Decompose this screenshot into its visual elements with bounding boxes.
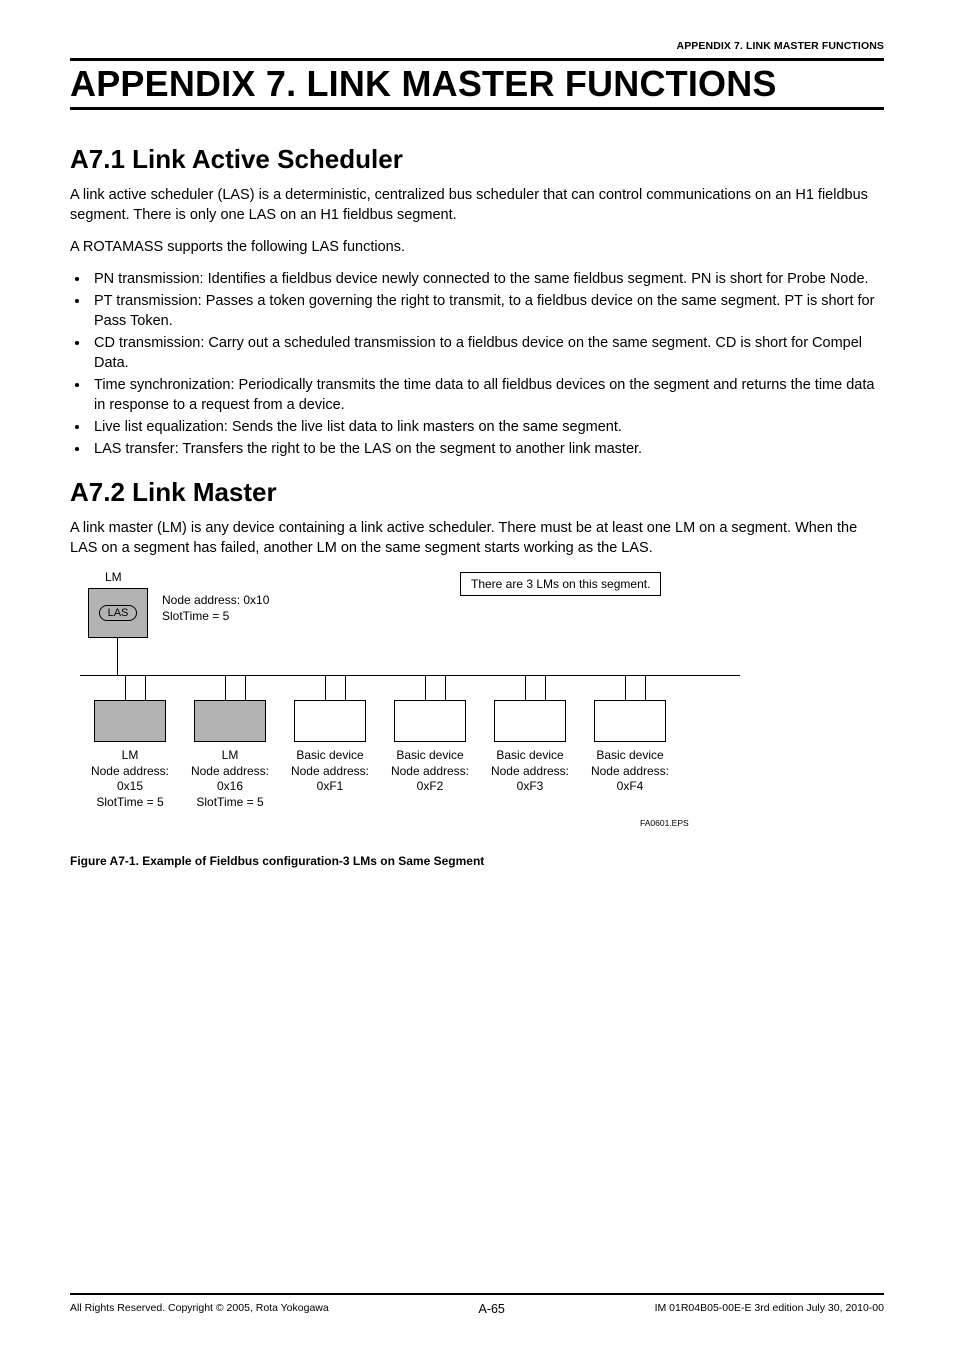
device-caption-line: Node address:: [91, 764, 169, 778]
device-caption-line: 0xF2: [417, 779, 444, 793]
bus-line: [80, 675, 740, 676]
device-caption: Basic device Node address: 0xF2: [375, 748, 485, 795]
device-caption: LM Node address: 0x15 SlotTime = 5: [75, 748, 185, 810]
device-caption-line: LM: [222, 748, 239, 762]
drop-line: [525, 675, 526, 700]
footer-rule: [70, 1293, 884, 1295]
bullet-item: CD transmission: Carry out a scheduled t…: [90, 333, 884, 373]
bus-stub-up: [117, 638, 118, 675]
drop-line: [645, 675, 646, 700]
para-a71-1: A link active scheduler (LAS) is a deter…: [70, 185, 884, 225]
bullet-item: Time synchronization: Periodically trans…: [90, 375, 884, 415]
device-caption: Basic device Node address: 0xF3: [475, 748, 585, 795]
device-caption-line: Node address:: [391, 764, 469, 778]
device-box-basic: [594, 700, 666, 742]
device-caption: Basic device Node address: 0xF1: [275, 748, 385, 795]
device-box-lm: [194, 700, 266, 742]
device-caption-line: SlotTime = 5: [96, 795, 163, 809]
device-caption-line: LM: [122, 748, 139, 762]
drop-line: [445, 675, 446, 700]
para-a71-2: A ROTAMASS supports the following LAS fu…: [70, 237, 884, 257]
device-caption-line: SlotTime = 5: [196, 795, 263, 809]
device-caption: LM Node address: 0x16 SlotTime = 5: [175, 748, 285, 810]
bullet-item: Live list equalization: Sends the live l…: [90, 417, 884, 437]
para-a72-1: A link master (LM) is any device contain…: [70, 518, 884, 558]
device-caption-line: 0x15: [117, 779, 143, 793]
device-caption-line: 0xF3: [517, 779, 544, 793]
drop-line: [625, 675, 626, 700]
las-addr-line2: SlotTime = 5: [162, 609, 229, 623]
device-caption-line: Basic device: [596, 748, 663, 762]
footer-page-number: A-65: [478, 1302, 504, 1316]
lm-top-label: LM: [105, 570, 122, 584]
device-caption-line: Node address:: [291, 764, 369, 778]
bullet-item: PN transmission: Identifies a fieldbus d…: [90, 269, 884, 289]
device-caption-line: 0x16: [217, 779, 243, 793]
bullet-list-a71: PN transmission: Identifies a fieldbus d…: [70, 269, 884, 459]
drop-line: [425, 675, 426, 700]
appendix-title: APPENDIX 7. LINK MASTER FUNCTIONS: [70, 63, 884, 105]
las-box: LAS: [88, 588, 148, 638]
device-caption-line: Node address:: [591, 764, 669, 778]
heading-a72: A7.2 Link Master: [70, 477, 884, 508]
title-rule-top: [70, 58, 884, 61]
las-pill: LAS: [99, 605, 138, 621]
device-caption-line: Basic device: [296, 748, 363, 762]
footer-left: All Rights Reserved. Copyright © 2005, R…: [70, 1302, 329, 1316]
drop-line: [125, 675, 126, 700]
drop-line: [245, 675, 246, 700]
heading-a71: A7.1 Link Active Scheduler: [70, 144, 884, 175]
figure-diagram: LM LAS Node address: 0x10 SlotTime = 5 T…: [70, 570, 770, 840]
device-caption-line: Node address:: [491, 764, 569, 778]
device-box-basic: [494, 700, 566, 742]
device-box-basic: [394, 700, 466, 742]
device-caption-line: Basic device: [496, 748, 563, 762]
page-footer: All Rights Reserved. Copyright © 2005, R…: [70, 1293, 884, 1316]
las-address-text: Node address: 0x10 SlotTime = 5: [162, 593, 269, 624]
drop-line: [545, 675, 546, 700]
annotation-box: There are 3 LMs on this segment.: [460, 572, 661, 596]
figure-caption: Figure A7-1. Example of Fieldbus configu…: [70, 854, 884, 868]
running-head: APPENDIX 7. LINK MASTER FUNCTIONS: [70, 40, 884, 52]
bullet-item: LAS transfer: Transfers the right to be …: [90, 439, 884, 459]
device-caption-line: Basic device: [396, 748, 463, 762]
device-caption-line: Node address:: [191, 764, 269, 778]
device-caption: Basic device Node address: 0xF4: [575, 748, 685, 795]
device-caption-line: 0xF4: [617, 779, 644, 793]
device-caption-line: 0xF1: [317, 779, 344, 793]
drop-line: [345, 675, 346, 700]
drop-line: [225, 675, 226, 700]
drop-line: [145, 675, 146, 700]
device-box-lm: [94, 700, 166, 742]
bullet-item: PT transmission: Passes a token governin…: [90, 291, 884, 331]
eps-filename: FA0601.EPS: [640, 818, 689, 828]
drop-line: [325, 675, 326, 700]
device-box-basic: [294, 700, 366, 742]
las-addr-line1: Node address: 0x10: [162, 593, 269, 607]
title-rule-bottom: [70, 107, 884, 110]
footer-right: IM 01R04B05-00E-E 3rd edition July 30, 2…: [655, 1302, 884, 1316]
